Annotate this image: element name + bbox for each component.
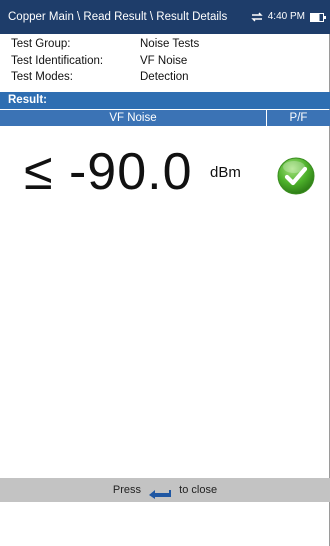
result-details-screen: Copper Main \ Read Result \ Result Detai…: [0, 0, 330, 546]
info-value: Detection: [140, 71, 189, 83]
breadcrumb: Copper Main \ Read Result \ Result Detai…: [8, 11, 228, 23]
title-bar: Copper Main \ Read Result \ Result Detai…: [0, 0, 330, 34]
measurement-unit: dBm: [210, 164, 241, 181]
close-hint-bar[interactable]: Press to close: [0, 478, 330, 502]
info-value: VF Noise: [140, 54, 188, 67]
status-area: 4:40 PM: [251, 0, 326, 34]
clock-time: 4:40 PM: [267, 11, 305, 22]
back-arrow-icon: [148, 484, 172, 500]
battery-icon: [310, 12, 326, 22]
measurement-value: ≤ -90.0: [24, 143, 193, 201]
info-label: Test Group:: [11, 38, 71, 50]
test-info-panel: Test Group: Noise Tests Test Identificat…: [0, 36, 330, 86]
sync-icon: [251, 12, 263, 22]
info-row-test-group: Test Group: Noise Tests: [0, 36, 330, 53]
info-row-test-identification: Test Identification: VF Noise: [0, 53, 330, 70]
close-hint-suffix: to close: [179, 484, 218, 497]
column-header-pass-fail: P/F: [266, 110, 330, 126]
checkmark-pass-icon: [277, 157, 315, 195]
info-label: Test Identification:: [11, 54, 104, 67]
result-value-row: ≤ -90.0 dBm: [0, 126, 330, 226]
close-hint-prefix: Press: [112, 484, 142, 497]
result-table-header: VF Noise P/F: [0, 110, 330, 126]
info-row-test-modes: Test Modes: Detection: [0, 69, 330, 86]
result-section-header: Result:: [0, 92, 330, 109]
info-value: Noise Tests: [140, 38, 200, 50]
info-label: Test Modes:: [11, 71, 73, 83]
column-header-vf-noise: VF Noise: [109, 112, 157, 124]
